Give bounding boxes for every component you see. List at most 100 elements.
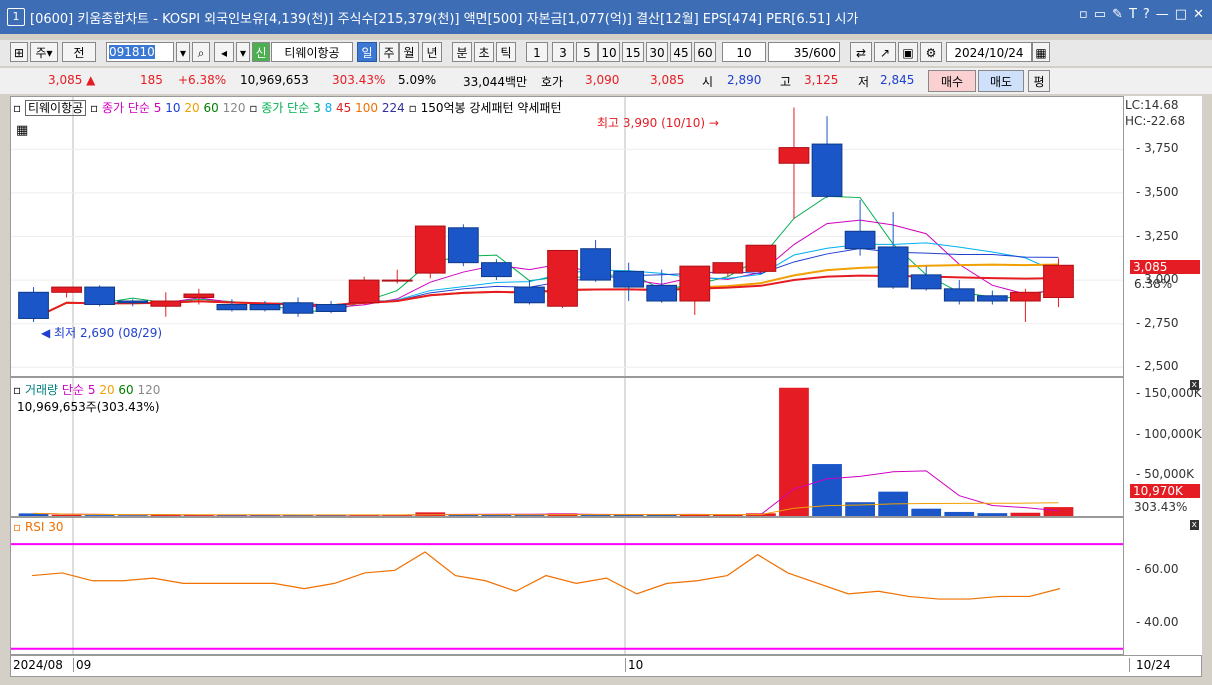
tab-0[interactable]: 일: [357, 42, 377, 62]
close-icon[interactable]: ✕: [1193, 7, 1204, 22]
legend-pattern[interactable]: 150억봉 강세패턴 약세패턴: [421, 101, 562, 115]
price-tick-label: - 2,750: [1136, 315, 1179, 330]
candle-body: [216, 304, 248, 311]
open-price: 2,890: [727, 73, 762, 87]
tab-2[interactable]: 월: [399, 42, 419, 62]
settings-gear-icon[interactable]: ⚙: [920, 42, 942, 62]
ask-price: 3,090: [585, 73, 620, 87]
prev-button[interactable]: 전: [62, 42, 96, 62]
restore-icon[interactable]: ▫: [1079, 7, 1088, 22]
speaker-icon[interactable]: ◂: [214, 42, 234, 62]
candle-body: [811, 143, 843, 197]
candle-body: [778, 147, 810, 164]
eval-button[interactable]: 평: [1028, 70, 1050, 92]
candle-body: [348, 279, 380, 304]
interval-button-10[interactable]: 10: [598, 42, 620, 62]
volume-legend: ▫ 거래량 단순 5 20 60 120: [13, 381, 160, 398]
layout-icon[interactable]: ⊞: [10, 42, 28, 62]
candle-body: [1010, 291, 1041, 302]
font-icon[interactable]: T: [1129, 7, 1137, 22]
rsi-tick-label: - 60.00: [1136, 562, 1179, 577]
chart-tool-icon[interactable]: ⇄: [850, 42, 872, 62]
candle: [1010, 288, 1041, 322]
tab-5[interactable]: 초: [474, 42, 494, 62]
rsi-legend[interactable]: ▫ RSI 30: [13, 520, 64, 534]
speaker-dropdown-icon[interactable]: ▾: [236, 42, 250, 62]
current-price-tag: 3,085: [1130, 260, 1200, 274]
interval-button-1[interactable]: 1: [526, 42, 548, 62]
candle-body: [447, 227, 479, 264]
candle: [414, 225, 446, 279]
legend-ma2-label[interactable]: 종가 단순: [261, 101, 309, 115]
maximize-icon[interactable]: □: [1175, 7, 1187, 22]
legend-ma2-224: 224: [381, 101, 405, 115]
volume-legend-label[interactable]: 거래량: [25, 383, 58, 397]
candle: [547, 249, 578, 308]
tab-3[interactable]: 년: [422, 42, 442, 62]
minimize-icon[interactable]: —: [1156, 7, 1169, 22]
interval-button-3[interactable]: 3: [552, 42, 574, 62]
rsi-chart[interactable]: [11, 518, 1123, 654]
new-badge: 신: [252, 42, 270, 62]
code-input[interactable]: 091810: [106, 42, 174, 62]
legend-stock-name[interactable]: 티웨이항공: [24, 100, 87, 116]
interval-button-5[interactable]: 5: [576, 42, 598, 62]
legend-marker-icon: ▫: [90, 101, 99, 115]
high-price: 3,125: [804, 73, 839, 87]
candle: [51, 286, 82, 298]
volume-bar: [911, 508, 942, 516]
volume-chart-panel[interactable]: ▫ 거래량 단순 5 20 60 120 10,969,653주(303.43%…: [10, 377, 1124, 517]
current-price: 3,085 ▲: [48, 73, 96, 87]
interval-value[interactable]: 10: [722, 42, 766, 62]
volume-tick-label: - 50,000K: [1136, 467, 1195, 482]
candle-body: [414, 225, 446, 274]
save-icon[interactable]: ▣: [898, 42, 918, 62]
bid-label: 호가: [541, 75, 564, 89]
count-input[interactable]: 35/600: [768, 42, 840, 62]
help-icon[interactable]: ?: [1143, 7, 1150, 22]
volume-chart[interactable]: [11, 378, 1123, 516]
date-label: 2024/08: [13, 658, 63, 672]
price-chart[interactable]: [11, 97, 1123, 376]
interval-button-30[interactable]: 30: [646, 42, 668, 62]
window-number[interactable]: 1: [7, 8, 25, 26]
interval-button-15[interactable]: 15: [622, 42, 644, 62]
tab-4[interactable]: 분: [452, 42, 472, 62]
tab-6[interactable]: 틱: [496, 42, 516, 62]
candle-body: [381, 279, 413, 282]
volume-current-tag: 10,970K: [1130, 484, 1200, 498]
price-legend: ▫ 티웨이항공 ▫ 종가 단순 5 10 20 60 120 ▫ 종가 단순 3…: [13, 99, 562, 116]
interval-button-60[interactable]: 60: [694, 42, 716, 62]
search-icon[interactable]: ⌕: [192, 42, 210, 62]
date-label: 10/24: [1129, 658, 1171, 672]
current-pct-tag: 6.38%: [1134, 277, 1173, 291]
candle: [150, 292, 182, 317]
legend-ma-label[interactable]: 종가 단순: [102, 101, 150, 115]
lc-label: LC:14.68: [1125, 98, 1179, 112]
legend-ma2-45: 45: [336, 101, 352, 115]
interval-button-45[interactable]: 45: [670, 42, 692, 62]
window-icon[interactable]: ▭: [1094, 7, 1106, 22]
legend-ma-5: 5: [153, 101, 162, 115]
price-chart-panel[interactable]: ▫ 티웨이항공 ▫ 종가 단순 5 10 20 60 120 ▫ 종가 단순 3…: [10, 96, 1124, 377]
panel-close-icon[interactable]: x: [1189, 520, 1199, 530]
sell-button[interactable]: 매도: [978, 70, 1024, 92]
candle-body: [943, 288, 975, 302]
legend-ma2-3: 3: [313, 101, 321, 115]
volume-bar: [812, 464, 842, 516]
volume-axis: x - 150,000K - 100,000K - 50,000K 10,970K …: [1123, 377, 1202, 517]
candle: [481, 259, 512, 281]
calendar-icon[interactable]: ▦: [1032, 42, 1050, 62]
period-select[interactable]: 주▾: [30, 42, 58, 62]
buy-button[interactable]: 매수: [928, 70, 976, 92]
grid-icon[interactable]: ▦: [16, 123, 28, 138]
candle-body: [84, 286, 116, 306]
draw-tool-icon[interactable]: ↗: [874, 42, 896, 62]
tab-1[interactable]: 주: [379, 42, 399, 62]
volume-legend-ma[interactable]: 단순: [62, 383, 84, 397]
candle-body: [646, 284, 678, 302]
tool-icon[interactable]: ✎: [1112, 7, 1123, 22]
code-dropdown-icon[interactable]: ▾: [176, 42, 190, 62]
rsi-chart-panel[interactable]: ▫ RSI 30: [10, 517, 1124, 655]
date-input[interactable]: 2024/10/24: [946, 42, 1032, 62]
